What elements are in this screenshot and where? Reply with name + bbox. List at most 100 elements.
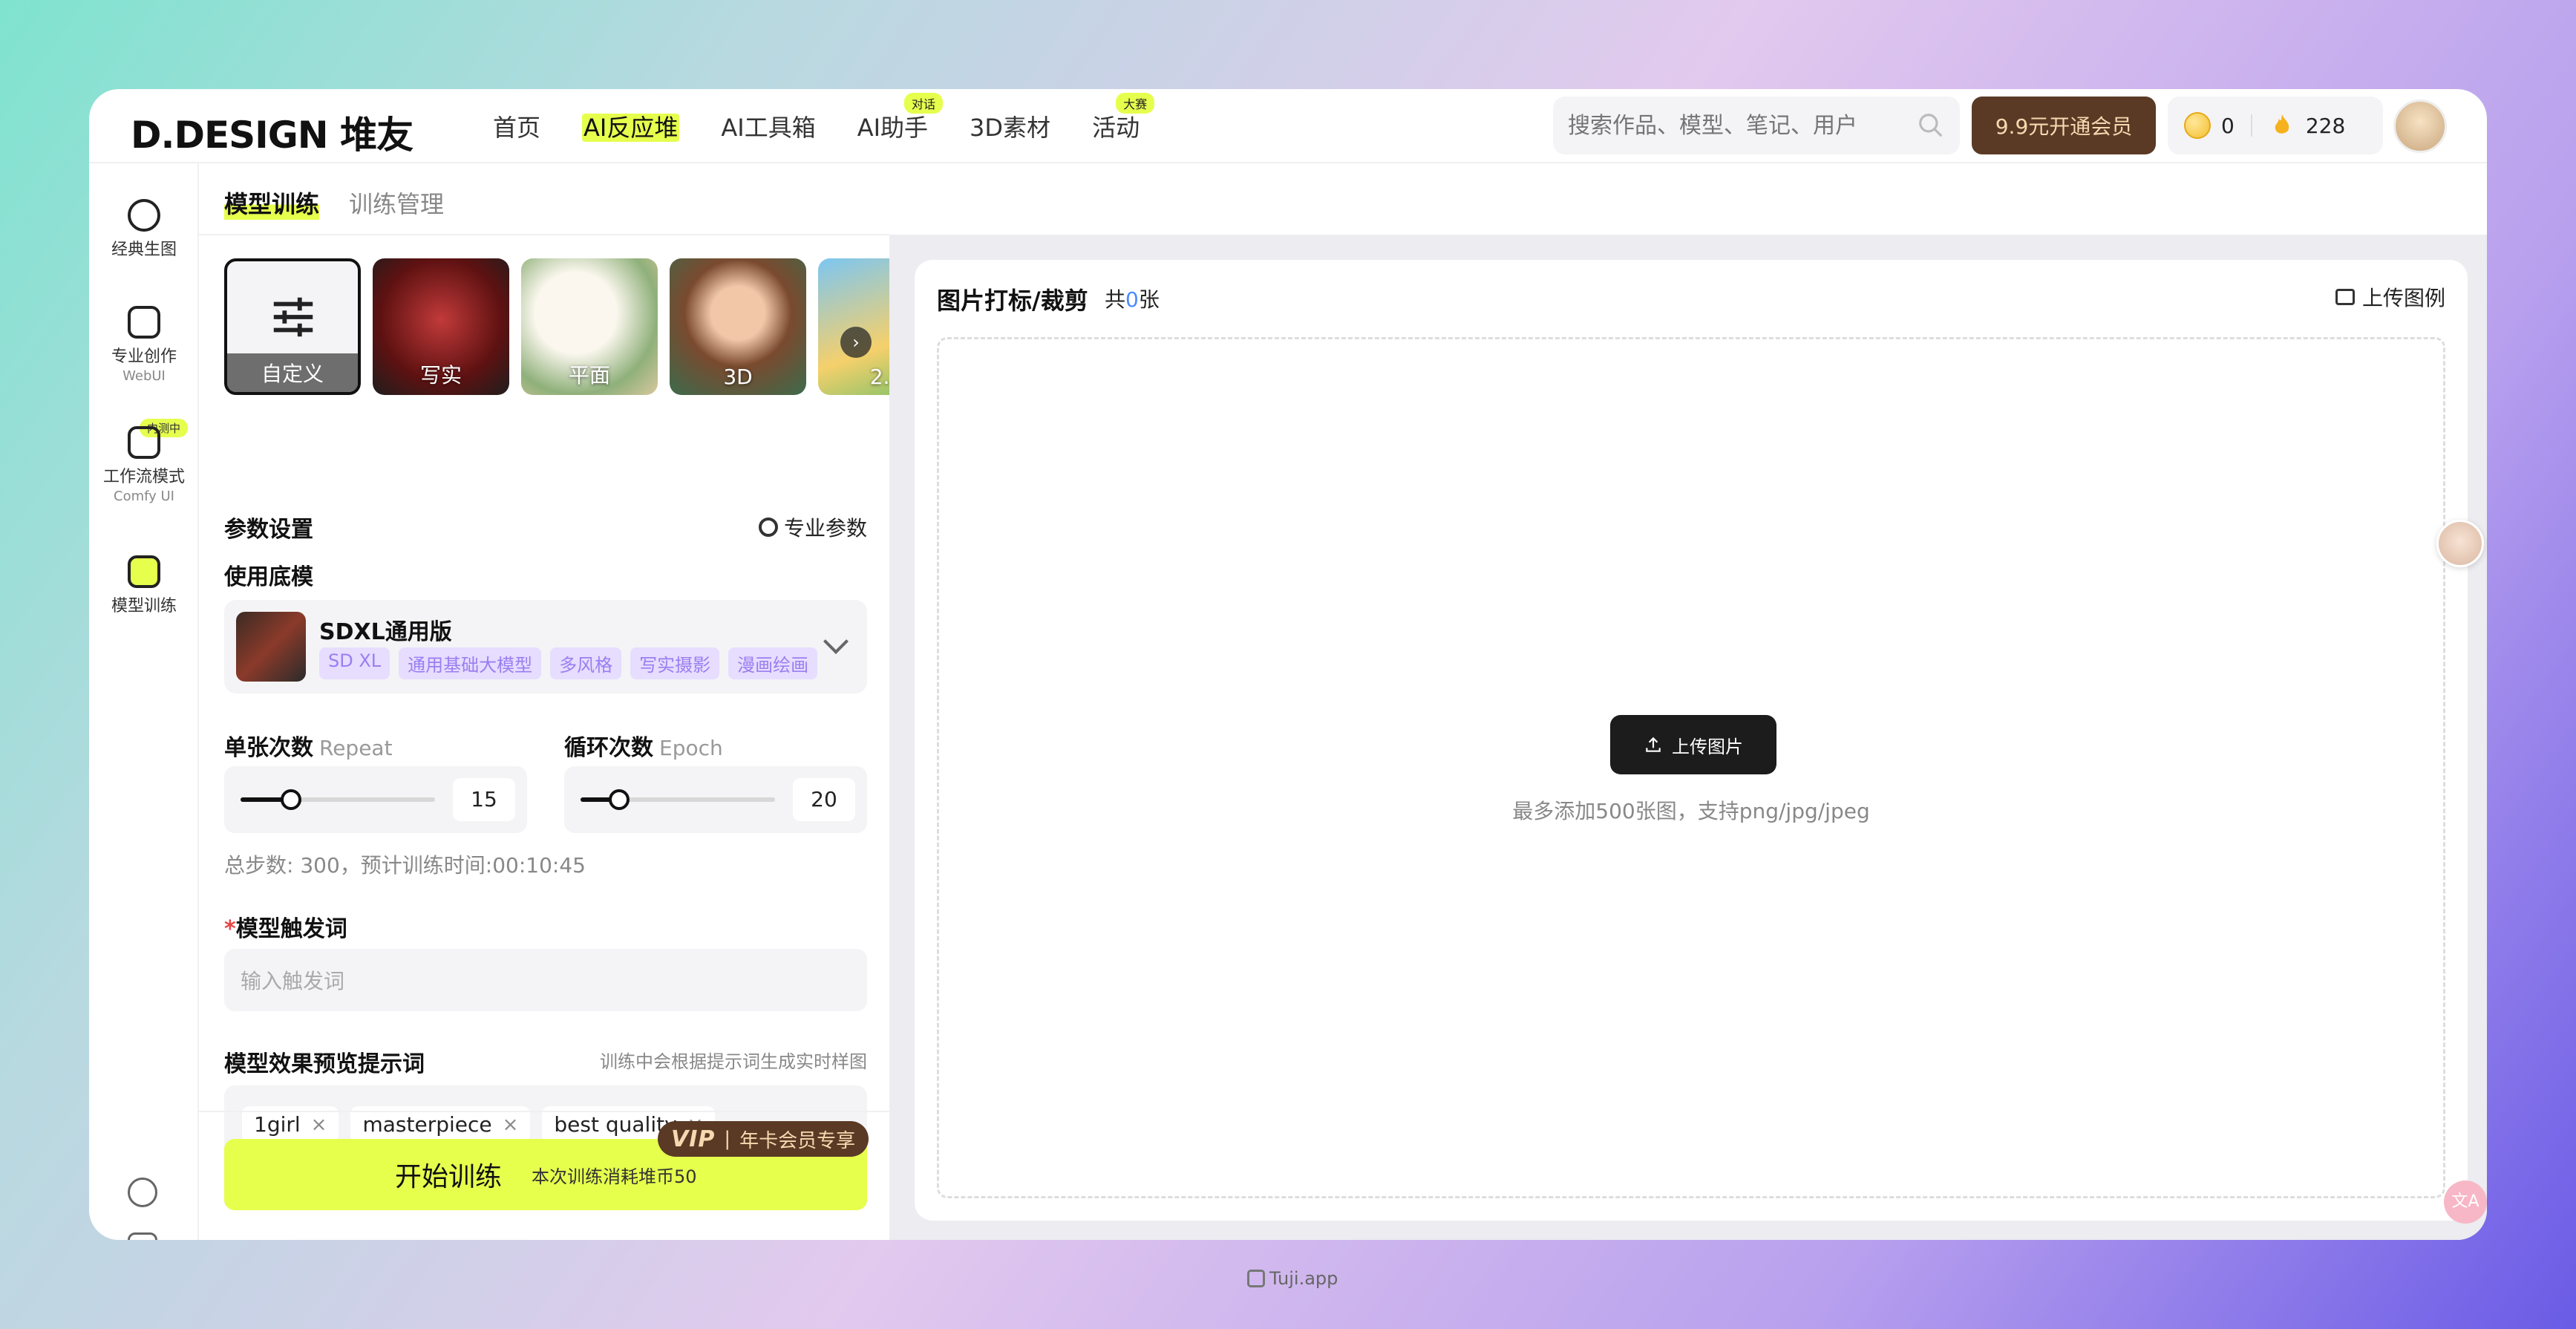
pro-params-link[interactable]: 专业参数 — [758, 512, 867, 542]
repeat-slider: 15 — [224, 766, 527, 833]
training-icon — [128, 555, 160, 588]
trigger-word-input[interactable]: 输入触发词 — [224, 949, 867, 1011]
tab-training-management[interactable]: 训练管理 — [349, 186, 444, 220]
carousel-next-button[interactable]: › — [840, 327, 872, 358]
model-tag: 写实摄影 — [630, 647, 720, 679]
nav-home[interactable]: 首页 — [493, 109, 540, 143]
divider: | — [724, 1128, 731, 1150]
close-icon[interactable]: × — [503, 1114, 519, 1136]
upload-title: 图片打标/裁剪 — [937, 287, 1088, 315]
preview-prompt-label: 模型效果预览提示词 — [224, 1051, 425, 1077]
model-tag: SD XL — [319, 647, 390, 679]
image-dropzone[interactable]: 上传图片 最多添加500张图，支持png/jpg/jpeg — [937, 337, 2445, 1198]
divider — [2250, 114, 2252, 137]
epoch-label-en: Epoch — [659, 736, 723, 760]
base-model-label: 使用底模 — [224, 564, 313, 590]
sd-icon — [128, 306, 160, 339]
chip-label: masterpiece — [362, 1112, 492, 1137]
classic-icon — [128, 199, 160, 232]
sidebar-item-sub: WebUI — [122, 368, 166, 384]
style-label: 2.5 — [869, 365, 892, 389]
close-icon[interactable]: × — [311, 1114, 327, 1136]
repeat-value-input[interactable]: 15 — [453, 778, 515, 821]
search-input[interactable] — [1568, 112, 1917, 139]
training-cost: 本次训练消耗堆币50 — [532, 1166, 697, 1187]
model-tag: 漫画绘画 — [728, 647, 818, 679]
epoch-slider-handle[interactable] — [609, 789, 630, 810]
trigger-label-text: 模型触发词 — [235, 916, 347, 942]
repeat-label-text: 单张次数 — [224, 735, 313, 761]
user-avatar[interactable] — [2393, 99, 2447, 153]
repeat-label: 单张次数 Repeat — [224, 729, 393, 762]
trigger-label: *模型触发词 — [224, 910, 347, 943]
sidebar-item-label: 模型训练 — [111, 597, 177, 615]
top-navbar: D.DESIGN 堆友 首页 AI反应堆 AI工具箱 AI助手 对话 3D素材 活… — [89, 89, 2487, 163]
params-title: 参数设置 — [224, 517, 313, 543]
style-card-custom[interactable]: 自定义 — [224, 258, 361, 395]
upload-button-label: 上传图片 — [1672, 736, 1743, 757]
sidebar-item-classic[interactable]: 经典生图 — [89, 199, 199, 260]
trigger-placeholder: 输入触发词 — [241, 969, 345, 993]
watermark-icon — [1247, 1270, 1265, 1287]
nav-label: 活动 — [1092, 114, 1140, 142]
upload-image-button[interactable]: 上传图片 — [1610, 715, 1776, 774]
start-training-label: 开始训练 — [395, 1162, 503, 1192]
nav-ai-toolbox[interactable]: AI工具箱 — [721, 109, 815, 143]
watermark: Tuji.app — [1247, 1268, 1338, 1289]
upload-example-link[interactable]: 上传图例 — [2335, 282, 2445, 312]
base-model-select[interactable]: SDXL通用版 SD XL 通用基础大模型 多风格 写实摄影 漫画绘画 — [224, 600, 867, 693]
currency-panel[interactable]: 0 228 — [2168, 97, 2383, 154]
model-name: SDXL通用版 — [319, 619, 452, 645]
nav-label: 首页 — [493, 114, 541, 142]
search-bar — [1553, 97, 1960, 154]
repeat-slider-track[interactable] — [241, 789, 435, 810]
logo[interactable]: D.DESIGN 堆友 — [131, 105, 413, 157]
sliders-icon — [273, 297, 313, 337]
nav-ai-reactor[interactable]: AI反应堆 — [582, 109, 680, 143]
model-thumbnail — [236, 612, 306, 682]
upload-example-label: 上传图例 — [2361, 286, 2445, 310]
required-mark: * — [224, 916, 236, 942]
chip-label: 1girl — [254, 1112, 301, 1137]
epoch-slider-track[interactable] — [581, 789, 775, 810]
sidebar-item-workflow[interactable]: 内测中 工作流模式 Comfy UI — [89, 419, 199, 504]
epoch-slider: 20 — [564, 766, 867, 833]
main-nav: 首页 AI反应堆 AI工具箱 AI助手 对话 3D素材 活动 大赛 — [493, 89, 1181, 163]
count-prefix: 共 — [1105, 287, 1126, 312]
nav-ai-assistant[interactable]: AI助手 对话 — [857, 93, 944, 143]
nav-label: AI反应堆 — [582, 114, 680, 142]
assistant-avatar[interactable] — [2436, 520, 2484, 567]
image-count: 共0张 — [1105, 284, 1160, 313]
nav-label: AI助手 — [857, 114, 929, 142]
style-card-realistic[interactable]: 写实 — [373, 258, 509, 395]
style-card-3d[interactable]: 3D — [670, 258, 806, 395]
nav-3d-assets[interactable]: 3D素材 — [970, 109, 1050, 143]
vip-button[interactable]: 9.9元开通会员 — [1972, 97, 2156, 154]
style-carousel: 自定义 写实 平面 3D 2.5 — [224, 258, 892, 396]
vip-label: VIP — [671, 1126, 716, 1152]
wechat-icon[interactable] — [128, 1178, 157, 1207]
model-tag: 通用基础大模型 — [399, 647, 542, 679]
translate-icon[interactable]: 文A — [2444, 1181, 2487, 1224]
gear-icon — [758, 517, 778, 537]
count-suffix: 张 — [1138, 287, 1160, 312]
repeat-label-en: Repeat — [319, 736, 393, 760]
style-card-flat[interactable]: 平面 — [521, 258, 658, 395]
image-icon — [2335, 289, 2355, 305]
tab-model-training[interactable]: 模型训练 — [224, 186, 320, 220]
style-label: 3D — [723, 365, 753, 389]
sidebar-item-training[interactable]: 模型训练 — [89, 555, 199, 616]
workflow-icon — [128, 426, 160, 459]
style-label: 自定义 — [227, 353, 358, 392]
steps-note: 总步数: 300，预计训练时间:00:10:45 — [224, 853, 586, 878]
flame-icon — [2275, 114, 2289, 134]
sub-tabs: 模型训练 训练管理 — [224, 186, 444, 220]
left-sidebar: 经典生图 专业创作 WebUI 内测中 工作流模式 Comfy UI 模型训练 — [89, 163, 199, 1240]
epoch-label-text: 循环次数 — [564, 735, 653, 761]
epoch-value-input[interactable]: 20 — [793, 778, 855, 821]
book-icon[interactable] — [128, 1232, 157, 1240]
sidebar-item-webui[interactable]: 专业创作 WebUI — [89, 306, 199, 384]
search-icon[interactable] — [1917, 111, 1945, 140]
nav-events[interactable]: 活动 大赛 — [1092, 93, 1155, 143]
repeat-slider-handle[interactable] — [281, 789, 302, 810]
